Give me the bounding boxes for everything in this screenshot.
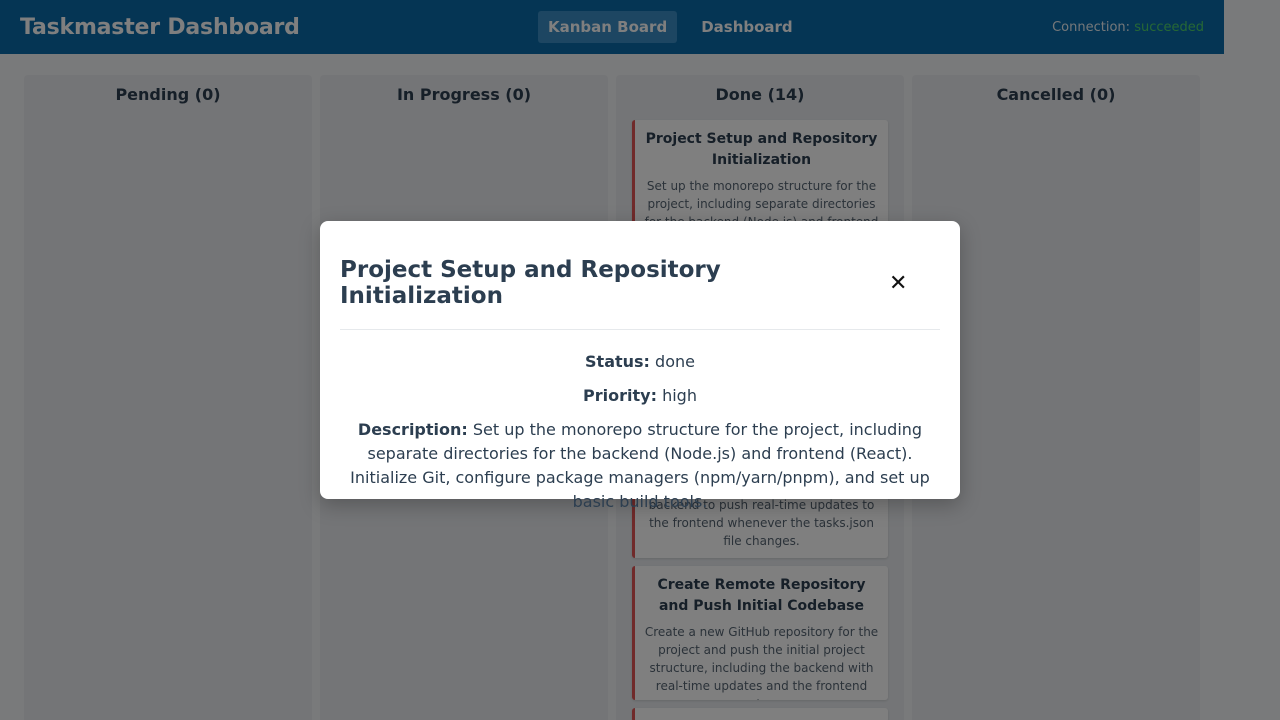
description-row: Description: Set up the monorepo structu… <box>340 418 940 514</box>
close-icon[interactable]: ✕ <box>884 269 912 297</box>
priority-value: high <box>662 386 697 405</box>
modal-header: Project Setup and Repository Initializat… <box>340 241 940 330</box>
status-value: done <box>655 352 695 371</box>
status-row: Status: done <box>340 350 940 374</box>
status-label: Status: <box>585 352 650 371</box>
priority-label: Priority: <box>583 386 657 405</box>
kanban-page: Taskmaster Dashboard Kanban Board Dashbo… <box>0 0 1280 720</box>
modal-body: Status: done Priority: high Description:… <box>340 330 940 514</box>
priority-row: Priority: high <box>340 384 940 408</box>
description-label: Description: <box>357 420 468 439</box>
modal-title: Project Setup and Repository Initializat… <box>340 257 721 309</box>
task-detail-modal: Project Setup and Repository Initializat… <box>320 221 960 511</box>
